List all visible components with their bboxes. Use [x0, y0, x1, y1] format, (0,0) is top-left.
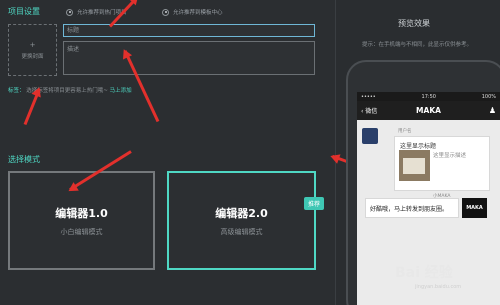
signal-icon: ••••• — [361, 93, 376, 100]
select-mode-title: 选择模式 — [8, 155, 40, 164]
battery-icon: 100% — [481, 93, 496, 100]
baidu-watermark: Bai 经验 — [395, 265, 453, 281]
user-name: 用户名 — [398, 129, 412, 134]
editor-advanced-name: 编辑器2.0 — [215, 206, 268, 220]
title-placeholder: 标题 — [67, 27, 80, 34]
tag-note-label: 标签： — [8, 88, 25, 94]
title-input[interactable]: 标题 — [63, 24, 315, 37]
radio-dot-icon — [66, 8, 73, 16]
card-title: 这里显示标题 — [400, 143, 437, 150]
user-avatar — [362, 128, 378, 144]
cover-label: 更换封面 — [21, 53, 44, 60]
status-time: 17:50 — [421, 93, 436, 100]
tag-note: 标签： 选择标签将项目更容易上热门哦~ 马上添加 — [8, 86, 132, 94]
description-input[interactable]: 描述 — [63, 41, 315, 75]
preview-tip: 提示：在手机端与不相同，此显示仅供参考。 — [362, 42, 473, 48]
maka-message: 好酷哦，马上转发到朋友圈。 — [370, 205, 449, 213]
plus-icon: + — [29, 40, 36, 49]
editor-basic-name: 编辑器1.0 — [55, 206, 108, 220]
maka-logo: MAKA — [462, 198, 487, 218]
editor-advanced-sub: 高级编辑模式 — [220, 227, 263, 236]
card-description: 这里显示描述 — [433, 153, 467, 159]
recommend-badge: 推荐 — [303, 197, 324, 210]
preview-title: 预览效果 — [398, 19, 430, 28]
add-tag-link[interactable]: 马上添加 — [110, 88, 132, 94]
thumbnail-image-icon — [403, 158, 425, 174]
card-thumbnail — [399, 150, 430, 181]
description-placeholder: 描述 — [67, 46, 80, 53]
editor-basic-sub: 小白编辑模式 — [60, 227, 103, 236]
maka-message-bubble: 好酷哦，马上转发到朋友圈。 — [365, 198, 459, 218]
phone-status-bar: ••••• 17:50 100% — [357, 92, 500, 101]
radio-label: 允许推荐到模板中心 — [173, 10, 223, 16]
phone-nav-title: MAKA — [416, 106, 441, 115]
share-card-bubble: 这里显示标题 这里显示描述 — [394, 136, 490, 191]
radio-dot-icon — [162, 8, 169, 16]
project-settings-title: 项目设置 — [8, 7, 40, 16]
radio-recommend-template[interactable]: 允许推荐到模板中心 — [162, 8, 223, 16]
watermark-url: jingyan.baidu.com — [415, 284, 462, 290]
change-cover-button[interactable]: + 更换封面 — [8, 24, 57, 76]
phone-nav-bar: ‹ 微信 MAKA ♟ — [357, 101, 500, 120]
editor-advanced-card[interactable]: 编辑器2.0 高级编辑模式 推荐 — [167, 171, 324, 270]
editor-basic-card[interactable]: 编辑器1.0 小白编辑模式 — [8, 171, 155, 270]
